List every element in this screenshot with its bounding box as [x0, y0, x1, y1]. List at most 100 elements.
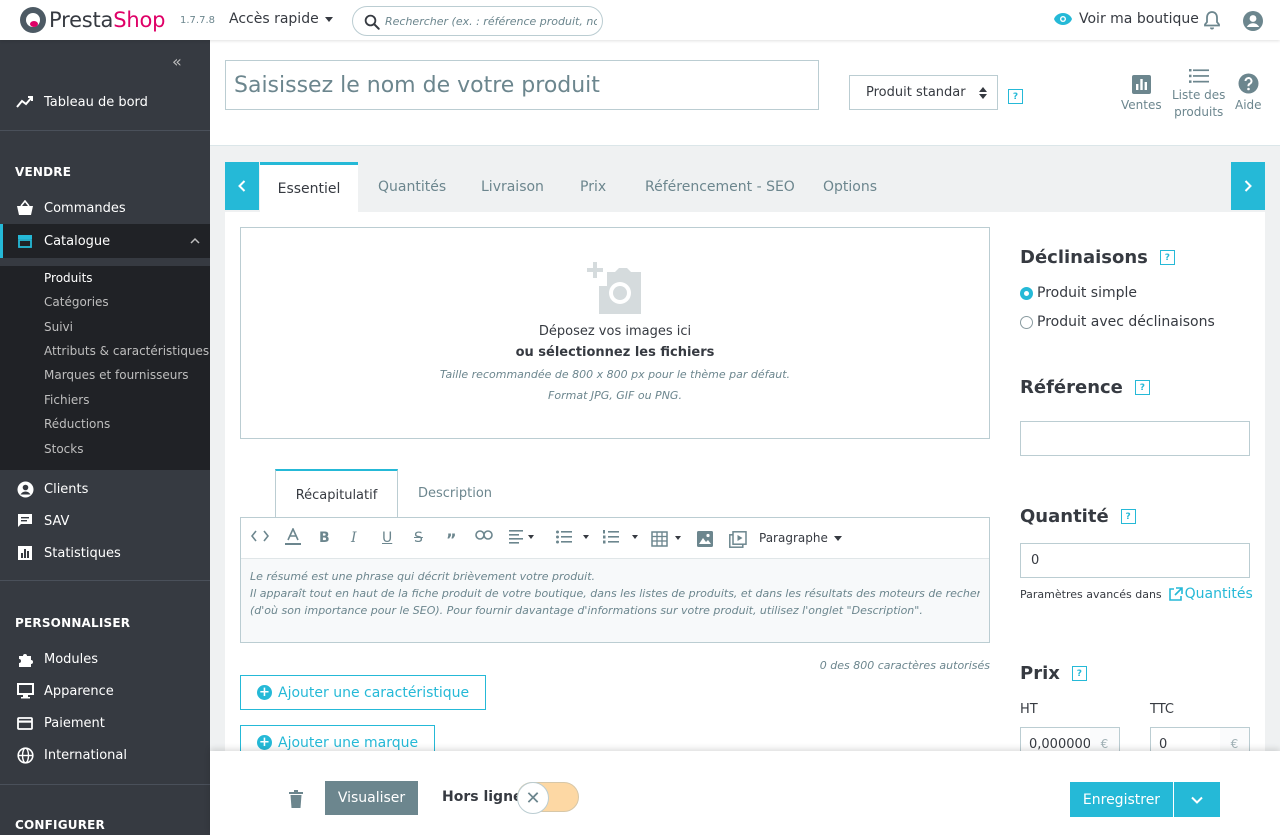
product-type-value: Produit standar [866, 85, 966, 100]
sales-button[interactable]: Ventes [1121, 72, 1162, 112]
underline-icon[interactable]: U [382, 530, 392, 546]
sidebar-item-international[interactable]: International [0, 739, 210, 771]
sidebar-item-payment[interactable]: Paiement [0, 707, 210, 739]
online-toggle[interactable]: ✕ [517, 782, 579, 814]
monitor-icon [16, 682, 34, 700]
save-button[interactable]: Enregistrer [1070, 782, 1173, 817]
save-options-button[interactable] [1174, 782, 1220, 817]
sidebar-item-label: Statistiques [44, 545, 121, 561]
add-feature-button[interactable]: + Ajouter une caractéristique [240, 675, 487, 710]
submenu-categories[interactable]: Catégories [44, 295, 109, 309]
italic-icon[interactable]: I [351, 530, 357, 546]
tabs-next-button[interactable] [1231, 162, 1265, 210]
tab-description[interactable]: Description [418, 469, 492, 518]
media-icon[interactable] [729, 531, 747, 548]
preview-button[interactable]: Visualiser [325, 781, 418, 815]
bold-icon[interactable]: B [319, 530, 330, 546]
quantities-link-label: Quantités [1184, 586, 1253, 602]
quantities-link[interactable]: Quantités [1168, 586, 1253, 602]
code-view-icon[interactable] [251, 530, 269, 542]
sidebar-item-customers[interactable]: Clients [0, 473, 210, 505]
chat-icon [16, 512, 34, 530]
help-icon[interactable]: ? [1008, 89, 1023, 104]
product-list-button[interactable]: Liste des produits [1172, 67, 1225, 121]
help-button[interactable]: Aide [1235, 72, 1262, 112]
image-icon[interactable] [697, 531, 713, 547]
placeholder-line-2: Il apparaît tout en haut de la fiche pro… [250, 587, 980, 600]
tab-shipping[interactable]: Livraison [481, 162, 544, 212]
sidebar-item-orders[interactable]: Commandes [0, 192, 210, 224]
quick-access-dropdown[interactable]: Accès rapide [229, 11, 333, 27]
chevron-left-icon [238, 180, 246, 192]
tab-essentials[interactable]: Essentiel [260, 162, 358, 212]
text-color-icon[interactable] [284, 528, 302, 546]
chevron-right-icon [1244, 180, 1252, 192]
submenu-monitoring[interactable]: Suivi [44, 320, 73, 334]
help-icon[interactable]: ? [1134, 380, 1150, 395]
editor-toolbar: B I U S ” Paragraphe [241, 518, 989, 559]
tab-quantities[interactable]: Quantités [378, 162, 446, 212]
trash-icon[interactable] [289, 790, 303, 808]
dropzone-select-files[interactable]: ou sélectionnez les fichiers [241, 345, 989, 360]
tab-seo[interactable]: Référencement - SEO [645, 162, 795, 212]
submenu-stocks[interactable]: Stocks [44, 442, 83, 456]
quick-access-label: Accès rapide [229, 11, 319, 27]
radio-checked-icon [1020, 286, 1033, 300]
search-box[interactable] [352, 6, 603, 36]
question-circle-icon [1238, 72, 1259, 94]
list-label-line2: produits [1174, 105, 1224, 119]
tab-options[interactable]: Options [823, 162, 877, 212]
image-dropzone[interactable]: Déposez vos images ici ou sélectionnez l… [240, 227, 990, 439]
puzzle-icon [16, 650, 34, 668]
account-icon[interactable] [1242, 10, 1264, 32]
link-icon[interactable] [475, 530, 493, 540]
view-shop-link[interactable]: Voir ma boutique [1053, 11, 1199, 27]
tab-pricing[interactable]: Prix [580, 162, 606, 212]
strikethrough-icon[interactable]: S [414, 530, 423, 546]
quantity-input[interactable] [1020, 543, 1250, 578]
radio-with-variations[interactable]: Produit avec déclinaisons [1020, 314, 1215, 330]
external-link-icon [1168, 586, 1183, 601]
quote-icon[interactable]: ” [446, 530, 457, 549]
sidebar-item-catalog[interactable]: Catalogue [0, 224, 210, 258]
submenu-brands[interactable]: Marques et fournisseurs [44, 368, 189, 382]
editor-placeholder-text[interactable]: Le résumé est une phrase qui décrit briè… [241, 559, 989, 642]
reference-input[interactable] [1020, 421, 1250, 456]
basket-icon [16, 199, 34, 217]
table-icon[interactable] [651, 531, 685, 547]
numbered-list-icon[interactable] [603, 530, 641, 544]
product-name-input[interactable] [225, 60, 819, 110]
sidebar-item-appearance[interactable]: Apparence [0, 675, 210, 707]
help-icon[interactable]: ? [1071, 666, 1087, 681]
tab-summary[interactable]: Récapitulatif [275, 469, 398, 519]
help-icon[interactable]: ? [1120, 509, 1136, 524]
search-input[interactable] [385, 11, 597, 31]
offline-label: Hors ligne [442, 789, 523, 805]
align-icon[interactable] [509, 530, 535, 544]
tabs-prev-button[interactable] [225, 162, 259, 210]
help-icon[interactable]: ? [1159, 250, 1175, 265]
submenu-products[interactable]: Produits [44, 271, 93, 285]
summary-editor[interactable]: B I U S ” Paragraphe Le résumé est une p… [240, 517, 990, 643]
placeholder-line-3: (d'où son importance pour le SEO). Pour … [250, 604, 923, 617]
bullet-list-icon[interactable] [556, 530, 592, 544]
paragraph-format-dropdown[interactable]: Paragraphe [759, 531, 842, 545]
bell-icon[interactable] [1203, 10, 1221, 30]
sidebar-item-modules[interactable]: Modules [0, 643, 210, 675]
sidebar-item-stats[interactable]: Statistiques [0, 537, 210, 569]
sidebar-item-label: Catalogue [44, 233, 111, 249]
submenu-files[interactable]: Fichiers [44, 393, 89, 407]
reference-title: Référence [1020, 377, 1123, 398]
prestashop-logo[interactable]: PrestaShop [20, 7, 165, 33]
sidebar-item-sav[interactable]: SAV [0, 505, 210, 537]
version-label: 1.7.7.8 [180, 15, 215, 26]
sidebar-item-dashboard[interactable]: Tableau de bord [0, 86, 210, 118]
catalog-submenu: Produits Catégories Suivi Attributs & ca… [0, 266, 210, 470]
dropzone-size-hint: Taille recommandée de 800 x 800 px pour … [439, 368, 791, 381]
submenu-discounts[interactable]: Réductions [44, 417, 110, 431]
submenu-attributes[interactable]: Attributs & caractéristiques [44, 344, 209, 358]
product-type-select[interactable]: Produit standar [849, 75, 998, 110]
radio-simple-product[interactable]: Produit simple [1020, 285, 1137, 301]
placeholder-line-1: Le résumé est une phrase qui décrit briè… [250, 570, 596, 583]
collapse-sidebar-icon[interactable]: « [172, 52, 182, 71]
